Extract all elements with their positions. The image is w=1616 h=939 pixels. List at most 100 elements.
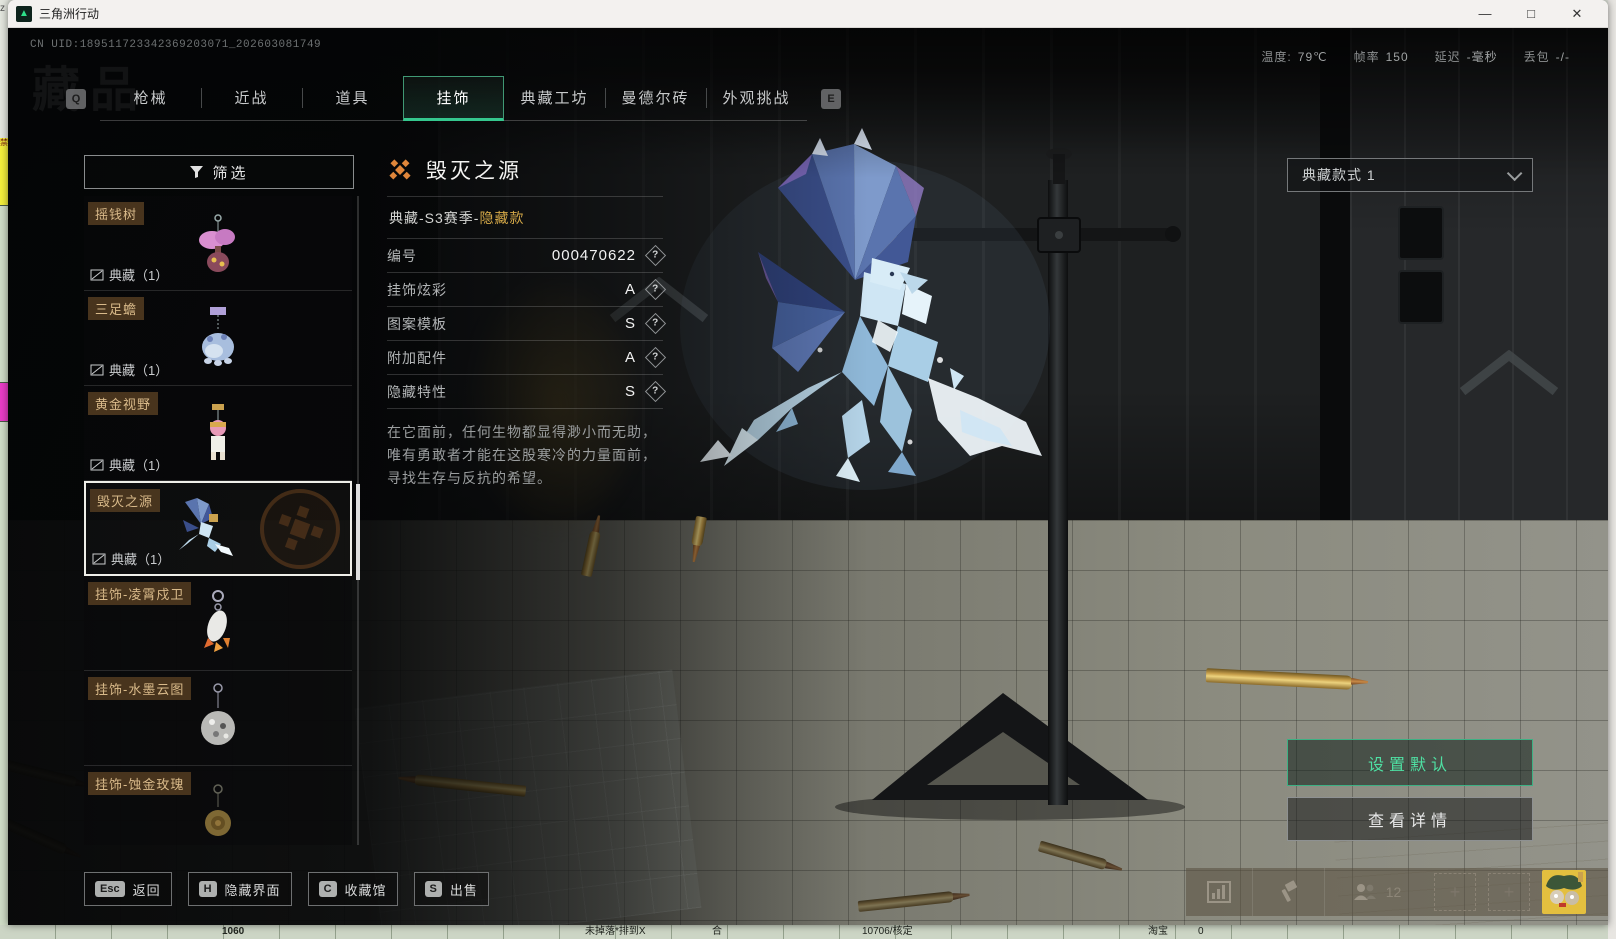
list-item-gilded-rose-charm[interactable]: 挂饰-蚀金玫瑰	[84, 766, 352, 845]
stat-value: -毫秒	[1466, 50, 1498, 64]
list-item-source-of-destruction[interactable]: 毁灭之源 典藏（1）	[84, 481, 352, 576]
tab-melee[interactable]: 近战	[201, 76, 302, 120]
help-icon[interactable]: ?	[644, 278, 667, 301]
row-label: 图案模板	[387, 315, 447, 332]
tab-props[interactable]: 道具	[302, 76, 403, 120]
stats-chart-button[interactable]	[1186, 868, 1252, 916]
set-default-button[interactable]: 设置默认	[1287, 739, 1533, 786]
help-icon[interactable]: ?	[644, 380, 667, 403]
rocket-thumbnail	[204, 590, 230, 652]
list-item-rocket-charm[interactable]: 挂饰-凌霄戍卫	[84, 576, 352, 671]
app-logo-icon: ▲	[16, 5, 32, 22]
key-cap: S	[424, 881, 442, 897]
collection-grade-icon	[389, 159, 411, 180]
detail-row-pattern: 图案模板 S ?	[387, 307, 667, 341]
golden-vision-thumbnail	[210, 404, 226, 460]
desktop-right-strip	[1608, 0, 1616, 939]
filter-label: 筛选	[212, 164, 249, 182]
spreadsheet-cell: 未掉落*排到X	[585, 926, 646, 937]
crate-latch	[1398, 206, 1444, 260]
next-tab-key[interactable]: E	[821, 88, 841, 109]
tab-charms[interactable]: 挂饰	[403, 76, 504, 121]
item-name: 挂饰-水墨云图	[88, 677, 192, 700]
charm-title: 毁灭之源	[426, 160, 522, 183]
filter-button[interactable]: 筛选	[84, 155, 354, 189]
spreadsheet-cell: 淘宝	[1148, 926, 1168, 937]
list-item-toad[interactable]: 三足蟾 典藏（1）	[84, 291, 352, 386]
view-details-button[interactable]: 查看详情	[1287, 797, 1533, 841]
list-item-ink-cloud-charm[interactable]: 挂饰-水墨云图	[84, 671, 352, 766]
social-toolbar: 12 + +	[1186, 868, 1608, 916]
money-tree-thumbnail	[199, 214, 235, 272]
add-member-slot[interactable]: +	[1434, 873, 1476, 911]
collection-icon	[92, 553, 106, 564]
detail-row-accessory: 附加配件 A ?	[387, 341, 667, 375]
crate-latch	[1398, 270, 1444, 324]
window-title: 三角洲行动	[39, 7, 100, 21]
player-avatar[interactable]	[1542, 870, 1586, 914]
gavel-icon	[1281, 880, 1297, 902]
help-icon[interactable]: ?	[644, 244, 667, 267]
item-badge: 典藏（1）	[111, 552, 171, 567]
spreadsheet-cell: 0	[1198, 926, 1204, 937]
chevron-down-icon	[1506, 165, 1523, 181]
stat-value: -/-	[1555, 50, 1570, 64]
detail-row-hidden-trait: 隐藏特性 S ?	[387, 375, 667, 409]
list-item-money-tree[interactable]: 摇钱树 典藏（1）	[84, 196, 352, 291]
collection-hall-button[interactable]: C 收藏馆	[307, 872, 398, 906]
series-prefix: 典藏-S3赛季-	[389, 210, 480, 226]
style-dropdown[interactable]: 典藏款式 1	[1287, 158, 1533, 192]
item-name: 黄金视野	[88, 392, 159, 415]
window-titlebar: ▲ 三角洲行动 — □ ✕	[8, 0, 1608, 28]
back-button[interactable]: Esc 返回	[84, 872, 172, 906]
close-button[interactable]: ✕	[1566, 4, 1588, 24]
desktop-cell	[0, 205, 8, 383]
ink-ball-thumbnail	[201, 683, 235, 745]
item-badge: 典藏（1）	[109, 268, 169, 283]
charm-description: 在它面前，任何生物都显得渺小而无助，唯有勇敢者才能在这股寒冷的力量面前，寻找生存…	[387, 424, 657, 487]
squad-count: 12	[1385, 884, 1402, 900]
auction-button[interactable]	[1252, 868, 1324, 916]
stat-value: 150	[1385, 50, 1409, 64]
collection-emblem-icon	[260, 488, 340, 569]
charm-details-panel: 毁灭之源 典藏-S3赛季-隐藏款 编号 000470622 ? 挂饰炫彩 A ?…	[387, 152, 667, 490]
minimize-button[interactable]: —	[1474, 4, 1496, 24]
hide-ui-button[interactable]: H 隐藏界面	[187, 872, 292, 906]
desktop-cell-yellow: 禁	[0, 138, 8, 205]
list-item-golden-vision[interactable]: 黄金视野 典藏（1）	[84, 386, 352, 481]
add-member-slot[interactable]: +	[1488, 873, 1530, 911]
row-value: S	[624, 315, 636, 332]
bar-chart-icon	[1207, 881, 1231, 903]
item-name: 摇钱树	[88, 202, 145, 225]
row-value: S	[624, 383, 636, 400]
help-icon[interactable]: ?	[644, 312, 667, 335]
collection-icon	[90, 459, 104, 470]
hotkey-label: 收藏馆	[344, 882, 387, 898]
collection-icon	[90, 269, 104, 280]
tab-collection-workshop[interactable]: 典藏工坊	[504, 76, 605, 120]
squad-button[interactable]: 12	[1324, 868, 1428, 916]
category-tabbar: Q 枪械 近战 道具 挂饰 典藏工坊 曼德尔砖 外观挑战 E	[66, 76, 841, 121]
key-cap: Esc	[95, 881, 125, 897]
prev-tab-key[interactable]: Q	[66, 88, 86, 109]
hotkey-label: 返回	[132, 882, 161, 898]
tab-mandel-brick[interactable]: 曼德尔砖	[605, 76, 706, 120]
detail-row-serial: 编号 000470622 ?	[387, 239, 667, 273]
sell-button[interactable]: S 出售	[413, 872, 489, 906]
uid-text: CN UID:189511723342369203071_20260308174…	[30, 39, 322, 51]
help-icon[interactable]: ?	[644, 346, 667, 369]
maximize-button[interactable]: □	[1520, 4, 1542, 24]
funnel-icon	[190, 166, 204, 178]
gold-rose-thumbnail	[205, 784, 231, 836]
tab-appearance-challenge[interactable]: 外观挑战	[706, 76, 807, 120]
hotkey-label: 出售	[449, 882, 478, 898]
desktop-corner-glyph: z	[0, 3, 5, 14]
desktop-left-strip: 禁	[0, 0, 8, 939]
row-value: A	[624, 349, 636, 366]
performance-stats: 温度: 79℃ 帧率 150 延迟 -毫秒 丢包 -/-	[1261, 48, 1570, 65]
game-viewport: 藏品 CN UID:189511723342369203071_20260308…	[8, 28, 1608, 925]
sidebar-scrollbar[interactable]	[356, 196, 360, 845]
item-name: 挂饰-蚀金玫瑰	[88, 772, 192, 795]
tab-guns[interactable]: 枪械	[100, 76, 201, 120]
stat-label: 帧率	[1353, 50, 1380, 64]
